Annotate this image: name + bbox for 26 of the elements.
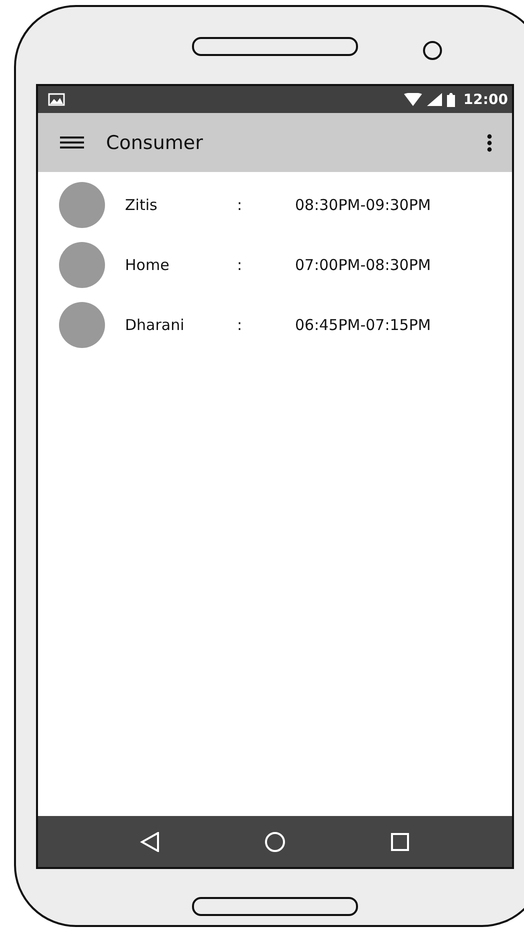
back-icon[interactable] — [140, 832, 160, 852]
menu-icon[interactable] — [60, 136, 84, 149]
time-range: 06:45PM-07:15PM — [295, 316, 431, 334]
time-range: 08:30PM-09:30PM — [295, 196, 431, 214]
separator: : — [237, 196, 244, 214]
battery-icon — [447, 92, 456, 106]
app-title: Consumer — [106, 132, 204, 154]
wifi-icon — [404, 93, 422, 106]
avatar-icon — [59, 182, 105, 228]
avatar-icon — [59, 242, 105, 288]
more-options-icon[interactable] — [487, 134, 492, 152]
separator: : — [237, 316, 244, 334]
entry-name: Zitis — [125, 196, 158, 214]
camera-icon — [423, 41, 442, 60]
recent-apps-icon[interactable] — [390, 832, 410, 852]
entry-name: Home — [125, 256, 170, 274]
separator: : — [237, 256, 244, 274]
home-icon[interactable] — [264, 830, 286, 852]
speaker-slot-icon — [192, 37, 358, 56]
signal-icon — [427, 93, 442, 106]
status-time: 12:00 — [463, 92, 508, 108]
entry-name: Dharani — [125, 316, 186, 334]
time-range: 07:00PM-08:30PM — [295, 256, 431, 274]
speaker-slot-icon — [192, 897, 358, 916]
image-icon — [48, 93, 65, 106]
avatar-icon — [59, 302, 105, 348]
